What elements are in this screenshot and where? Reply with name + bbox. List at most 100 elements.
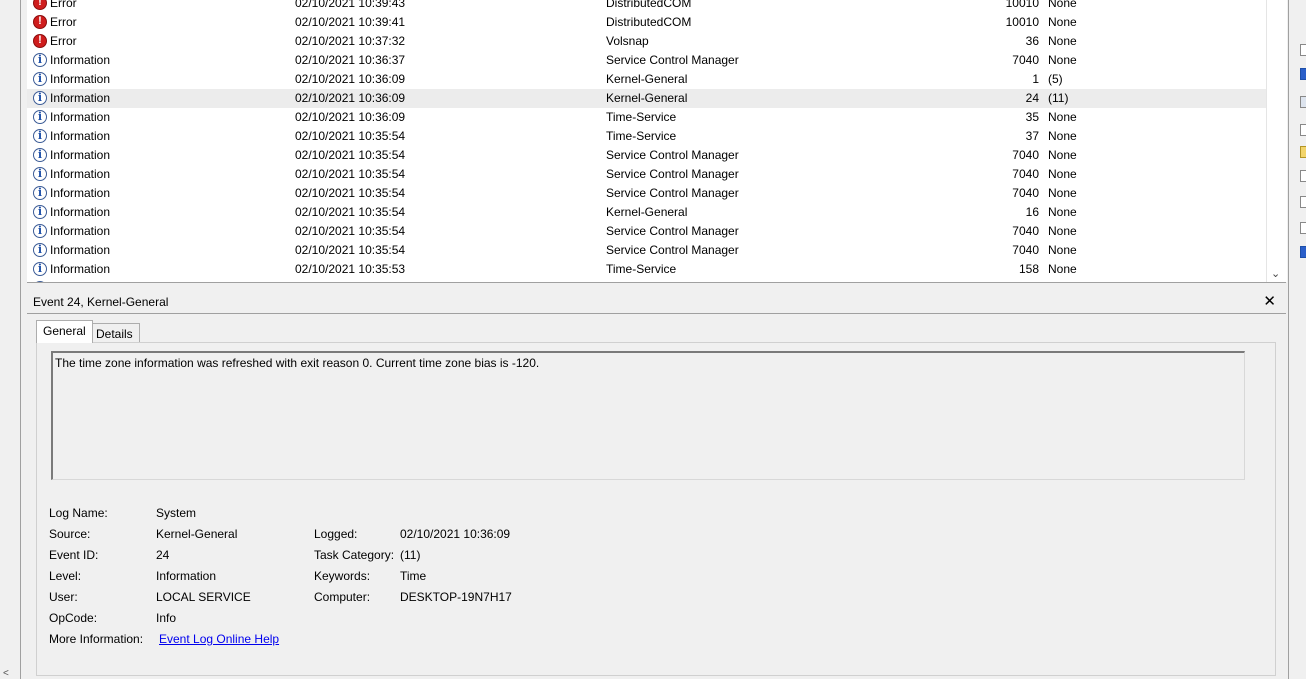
event-row[interactable]: Error 02/10/2021 10:39:43 DistributedCOM 10… (27, 0, 1267, 13)
event-level: Information (50, 167, 111, 181)
event-id: 7040 (1012, 148, 1039, 162)
event-category: None (1048, 224, 1077, 238)
action-icon[interactable] (1300, 146, 1306, 158)
event-id: 36 (1025, 34, 1039, 48)
event-level: Information (50, 243, 111, 257)
event-row[interactable]: Error 02/10/2021 10:39:41 DistributedCOM 10… (27, 13, 1267, 32)
event-category: None (1048, 262, 1077, 276)
level-value: Information (156, 569, 217, 583)
event-category: None (1048, 167, 1077, 181)
event-level: Information (50, 53, 111, 67)
computer-label: Computer: (314, 590, 371, 604)
action-icon[interactable] (1300, 196, 1306, 208)
logged-label: Logged: (314, 527, 358, 541)
close-icon[interactable]: ✕ (1263, 292, 1276, 310)
error-icon (33, 34, 47, 48)
action-icon[interactable] (1300, 170, 1306, 182)
event-row[interactable]: Information 02/10/2021 10:35:54 Service Co… (27, 165, 1267, 184)
event-category: None (1048, 15, 1077, 29)
event-list[interactable]: Error02/10/2021 10:39:43DistributedCOM10… (27, 0, 1286, 283)
event-id: 37 (1025, 129, 1039, 143)
event-category: None (1048, 129, 1077, 143)
keywords-label: Keywords: (314, 569, 371, 583)
event-source: Time-Service (606, 129, 677, 143)
scroll-down-icon[interactable]: ⌄ (1271, 267, 1280, 280)
info-icon (33, 148, 47, 162)
event-row[interactable]: Error 02/10/2021 10:37:32 Volsnap 36 None (27, 32, 1267, 51)
tab-general[interactable]: General (36, 320, 93, 343)
task-category-value: (11) (400, 548, 421, 562)
event-source: Volsnap (606, 34, 649, 48)
event-source: Kernel-General (606, 91, 688, 105)
event-category: None (1048, 148, 1077, 162)
event-level: Information (50, 186, 111, 200)
event-row[interactable]: Information 02/10/2021 10:35:54 Service Co… (27, 241, 1267, 260)
opcode-value: Info (156, 611, 177, 625)
event-date: 02/10/2021 10:36:09 (295, 110, 406, 124)
event-row[interactable]: Information 02/10/2021 10:35:54 Time-Servi… (27, 127, 1267, 146)
event-row[interactable]: Information 02/10/2021 10:36:09 Time-Servi… (27, 108, 1267, 127)
computer-value: DESKTOP-19N7H17 (400, 590, 512, 604)
event-id: 24 (1025, 91, 1039, 105)
event-category: None (1048, 0, 1077, 10)
detail-header: Event 24, Kernel-General ✕ (27, 291, 1286, 314)
event-category: None (1048, 34, 1077, 48)
event-date: 02/10/2021 10:35:54 (295, 205, 406, 219)
event-level: Information (50, 205, 111, 219)
task-category-label: Task Category: (314, 548, 395, 562)
event-row[interactable]: Information 02/10/2021 10:35:54 Service Co… (27, 146, 1267, 165)
event-description-box[interactable]: The time zone information was refreshed … (51, 351, 1245, 480)
event-source: Service Control Manager (606, 167, 739, 181)
event-date: 02/10/2021 10:35:54 (295, 167, 406, 181)
logged-value: 02/10/2021 10:36:09 (400, 527, 511, 541)
event-category: None (1048, 205, 1077, 219)
event-id: 7040 (1012, 53, 1039, 67)
event-category: None (1048, 281, 1077, 282)
event-row[interactable]: Information 02/10/2021 10:35:54 Kernel-Gen… (27, 203, 1267, 222)
event-list-scrollbar[interactable]: ⌄ (1266, 0, 1287, 282)
event-log-help-link[interactable]: Event Log Online Help (159, 632, 279, 646)
action-icon[interactable] (1300, 124, 1306, 136)
opcode-label: OpCode: (49, 611, 98, 625)
scroll-left-icon[interactable]: < (3, 668, 9, 679)
event-row[interactable]: Information 02/10/2021 10:35:53 Service Co… (27, 279, 1267, 282)
event-row[interactable]: Information 02/10/2021 10:36:37 Service Co… (27, 51, 1267, 70)
event-source: DistributedCOM (606, 15, 692, 29)
event-level: Information (50, 72, 111, 86)
event-source: DistributedCOM (606, 0, 692, 10)
action-icon[interactable] (1300, 246, 1306, 258)
event-level: Information (50, 110, 111, 124)
tab-details[interactable]: Details (89, 323, 140, 343)
event-date: 02/10/2021 10:39:43 (295, 0, 406, 10)
event-level: Information (50, 224, 111, 238)
event-level: Information (50, 91, 111, 105)
event-row[interactable]: Information 02/10/2021 10:35:53 Time-Servi… (27, 260, 1267, 279)
event-id-value: 24 (156, 548, 170, 562)
event-source: Service Control Manager (606, 148, 739, 162)
info-icon (33, 110, 47, 124)
action-icon[interactable] (1300, 44, 1306, 56)
event-source: Service Control Manager (606, 281, 739, 282)
left-pane-edge: < (0, 0, 21, 679)
info-icon (33, 167, 47, 181)
event-row[interactable]: Information 02/10/2021 10:36:09 Kernel-Gen… (27, 89, 1267, 108)
event-row[interactable]: Information 02/10/2021 10:35:54 Service Co… (27, 184, 1267, 203)
event-id: 35 (1025, 110, 1039, 124)
event-date: 02/10/2021 10:35:54 (295, 148, 406, 162)
source-value: Kernel-General (156, 527, 238, 541)
info-icon (33, 243, 47, 257)
action-icon[interactable] (1300, 68, 1306, 80)
action-icon[interactable] (1300, 222, 1306, 234)
action-icon[interactable] (1300, 96, 1306, 108)
info-icon (33, 129, 47, 143)
event-category: (5) (1048, 72, 1063, 86)
event-source: Kernel-General (606, 72, 688, 86)
event-id: 16 (1025, 205, 1039, 219)
event-id: 7040 (1012, 186, 1039, 200)
event-row[interactable]: Information 02/10/2021 10:36:09 Kernel-Gen… (27, 70, 1267, 89)
pane-divider[interactable] (20, 0, 21, 679)
event-id: 10010 (1005, 15, 1039, 29)
event-row[interactable]: Information 02/10/2021 10:35:54 Service Co… (27, 222, 1267, 241)
general-tab-panel: The time zone information was refreshed … (36, 342, 1276, 676)
info-icon (33, 91, 47, 105)
